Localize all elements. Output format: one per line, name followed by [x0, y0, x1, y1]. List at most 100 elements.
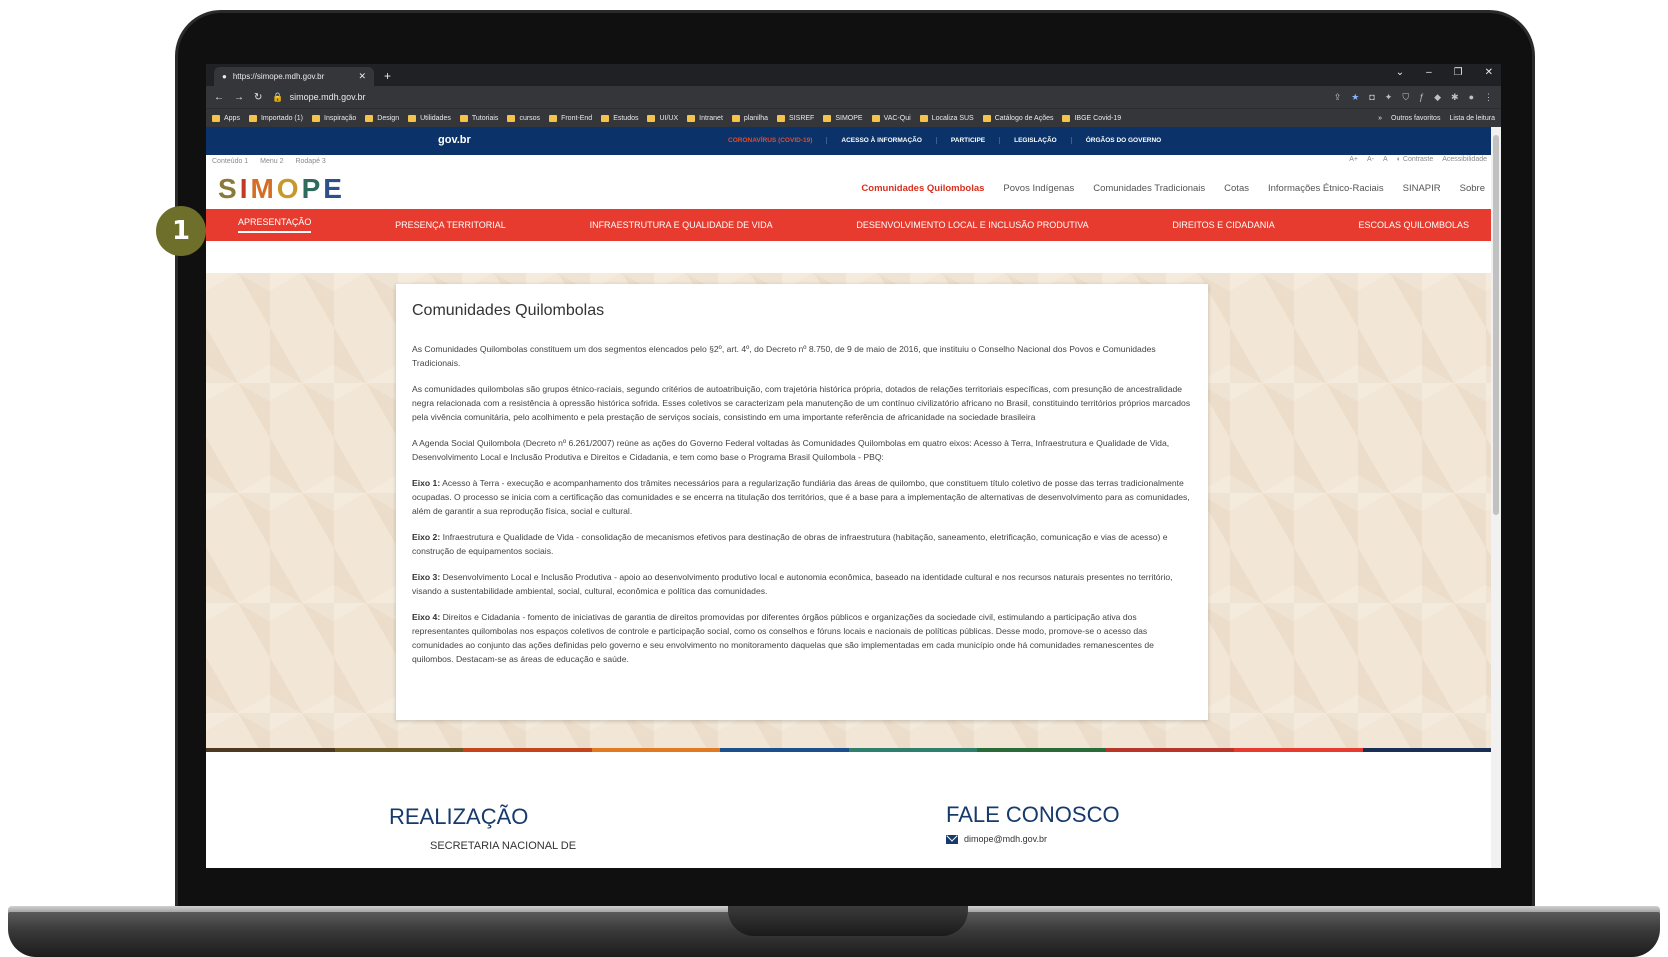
chevron-down-icon[interactable]: ⌄ [1396, 67, 1404, 78]
nav-sinapir[interactable]: SINAPIR [1403, 183, 1441, 194]
back-icon[interactable]: ← [214, 92, 224, 103]
nav-povos-indigenas[interactable]: Povos Indígenas [1003, 183, 1074, 194]
folder-icon [731, 114, 740, 122]
laptop-notch [728, 906, 968, 936]
logo-letter: E [323, 173, 345, 204]
window-controls: ⌄ – ❐ ✕ [1396, 67, 1493, 78]
share-icon[interactable]: ⇪ [1334, 92, 1342, 103]
gov-links: CORONAVÍRUS (COVID-19) ACESSO À INFORMAÇ… [714, 137, 1175, 144]
bookmark-label: Tutoriais [471, 114, 499, 122]
url-field[interactable]: 🔒 simope.mdh.gov.br [272, 92, 1323, 103]
bookmark-item[interactable]: Design [365, 114, 399, 122]
bookmark-item[interactable]: Importado (1) [248, 114, 303, 122]
bookmark-item[interactable]: Utilidades [408, 114, 451, 122]
paragraph-eixo-2: Eixo 2: Infraestrutura e Qualidade de Vi… [412, 530, 1192, 558]
simope-logo[interactable]: SIMOPE [218, 173, 345, 205]
gov-link-acesso[interactable]: ACESSO À INFORMAÇÃO [827, 137, 937, 144]
menu-icon[interactable]: ⋮ [1484, 92, 1493, 103]
gov-link-covid[interactable]: CORONAVÍRUS (COVID-19) [714, 137, 828, 144]
nav-informacoes-etnico-raciais[interactable]: Informações Étnico-Raciais [1268, 183, 1384, 194]
font-reset-button[interactable]: A [1383, 156, 1388, 163]
nav-comunidades-quilombolas[interactable]: Comunidades Quilombolas [861, 183, 984, 194]
bookmark-item[interactable]: Front-End [549, 114, 592, 122]
bookmark-item[interactable]: Apps [212, 114, 240, 122]
subnav-escolas-quilombolas[interactable]: ESCOLAS QUILOMBOLAS [1358, 220, 1469, 230]
apps-icon [212, 114, 220, 122]
avatar[interactable]: ● [1469, 92, 1474, 103]
bookmark-item[interactable]: Lista de leitura [1449, 115, 1495, 122]
font-decrease-button[interactable]: A- [1367, 156, 1374, 163]
nav-sobre[interactable]: Sobre [1460, 183, 1485, 194]
bookmark-item[interactable]: Catálogo de Ações [982, 114, 1053, 122]
footer-email[interactable]: dimope@mdh.gov.br [946, 834, 1047, 844]
address-bar: ← → ↻ 🔒 simope.mdh.gov.br ⇪ ★ ◘ ✦ ⛉ ƒ ◆ … [206, 86, 1501, 108]
extension-icon[interactable]: ◆ [1434, 92, 1441, 103]
logo-letter: I [239, 173, 251, 204]
bookmark-item[interactable]: planilha [731, 114, 769, 122]
subnav-desenvolvimento-local[interactable]: DESENVOLVIMENTO LOCAL E INCLUSÃO PRODUTI… [856, 220, 1088, 230]
bookmark-item[interactable]: » [1378, 115, 1382, 122]
bookmark-item[interactable]: Localiza SUS [919, 114, 974, 122]
bookmark-item[interactable]: cursos [507, 114, 540, 122]
bookmark-item[interactable]: Outros favoritos [1391, 115, 1440, 122]
laptop-screen: ● https://simope.mdh.gov.br ✕ + ⌄ – ❐ ✕ … [206, 64, 1501, 868]
skip-menu-link[interactable]: Menu 2 [260, 158, 283, 165]
govbr-logo[interactable]: gov.br [438, 134, 471, 146]
paragraph: As comunidades quilombolas são grupos ét… [412, 384, 1191, 422]
bookmark-item[interactable]: Inspiração [312, 114, 356, 122]
accessibility-link[interactable]: Acessibilidade [1442, 156, 1487, 163]
bookmark-item[interactable]: Tutoriais [459, 114, 499, 122]
bookmark-item[interactable]: SISREF [777, 114, 815, 122]
contrast-button[interactable]: ◐ Contraste [1397, 156, 1434, 163]
extension-icon[interactable]: ◘ [1369, 92, 1374, 103]
folder-icon [408, 114, 417, 122]
gov-link-participe[interactable]: PARTICIPE [937, 137, 1001, 144]
folder-icon [687, 114, 696, 122]
gov-link-orgaos[interactable]: ÓRGÃOS DO GOVERNO [1072, 137, 1175, 144]
font-increase-button[interactable]: A+ [1349, 156, 1358, 163]
close-icon[interactable]: ✕ [358, 71, 366, 82]
lock-icon: 🔒 [272, 91, 284, 102]
subnav-direitos-cidadania[interactable]: DIREITOS E CIDADANIA [1172, 220, 1274, 230]
email-text: dimope@mdh.gov.br [964, 834, 1048, 844]
nav-cotas[interactable]: Cotas [1224, 183, 1249, 194]
reload-icon[interactable]: ↻ [254, 92, 262, 103]
skip-footer-link[interactable]: Rodapé 3 [295, 158, 325, 165]
subnav-apresentacao[interactable]: APRESENTAÇÃO [238, 217, 312, 233]
folder-icon [823, 114, 832, 122]
eixo-text: Acesso à Terra - execução e acompanhamen… [412, 478, 1190, 516]
forward-icon[interactable]: → [234, 92, 244, 103]
subnav-infraestrutura[interactable]: INFRAESTRUTURA E QUALIDADE DE VIDA [590, 220, 773, 230]
star-icon[interactable]: ★ [1351, 92, 1359, 103]
bookmark-item[interactable]: Estudos [601, 114, 638, 122]
bookmark-item[interactable]: SIMOPE [823, 114, 863, 122]
folder-icon [871, 114, 880, 122]
shield-icon[interactable]: ⛉ [1402, 92, 1409, 103]
bookmark-item[interactable]: IBGE Covid-19 [1062, 114, 1121, 122]
bookmark-label: planilha [743, 114, 769, 122]
skip-content-link[interactable]: Conteúdo 1 [212, 158, 248, 165]
eixo-label: Eixo 4: [412, 612, 441, 622]
bookmark-item[interactable]: VAC-Qui [871, 114, 911, 122]
extension-icon[interactable]: ƒ [1419, 92, 1424, 103]
bookmarks-bar: Apps Importado (1) Inspiração Design Utilida… [206, 108, 1501, 127]
bookmark-item[interactable]: UI/UX [647, 114, 678, 122]
minimize-button[interactable]: – [1426, 67, 1432, 78]
folder-icon [549, 114, 558, 122]
nav-comunidades-tradicionais[interactable]: Comunidades Tradicionais [1093, 183, 1205, 194]
puzzle-icon[interactable]: ✱ [1451, 92, 1459, 103]
new-tab-button[interactable]: + [384, 69, 391, 83]
gov-link-legislacao[interactable]: LEGISLAÇÃO [1000, 137, 1072, 144]
restore-button[interactable]: ❐ [1454, 67, 1463, 78]
folder-icon [1062, 114, 1071, 122]
bookmark-label: SISREF [789, 114, 815, 122]
extension-icon[interactable]: ✦ [1385, 92, 1393, 103]
bookmark-item[interactable]: Intranet [687, 114, 723, 122]
scrollbar-thumb[interactable] [1493, 135, 1499, 515]
close-window-button[interactable]: ✕ [1485, 67, 1493, 78]
scrollbar[interactable] [1491, 127, 1501, 868]
bookmark-label: SIMOPE [835, 114, 863, 122]
bookmark-label: VAC-Qui [883, 114, 911, 122]
subnav-presenca-territorial[interactable]: PRESENÇA TERRITORIAL [395, 220, 506, 230]
browser-tab[interactable]: ● https://simope.mdh.gov.br ✕ [214, 67, 374, 86]
